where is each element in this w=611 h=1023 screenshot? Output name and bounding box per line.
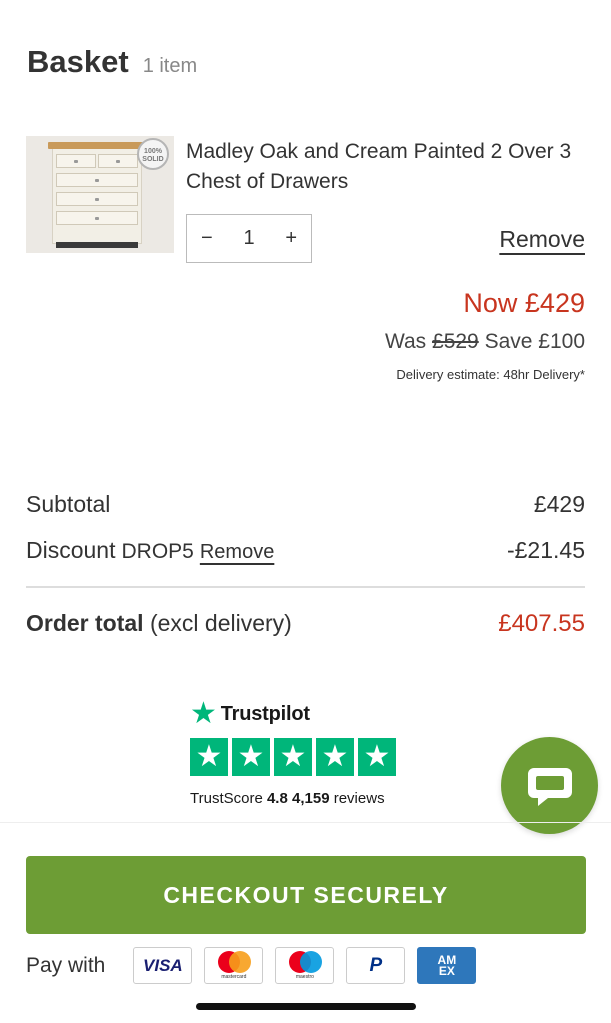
was-price-line: Was £529 Save £100 (385, 330, 585, 354)
review-count: 4,159 (292, 790, 330, 807)
quantity-stepper: − 1 + (186, 214, 312, 263)
order-total-row: Order total (excl delivery) £407.55 (26, 610, 585, 638)
trustpilot-star-icon: ★ (190, 697, 217, 730)
order-total-value: £407.55 (498, 610, 585, 637)
decrement-button[interactable]: − (201, 227, 213, 250)
remove-item-link[interactable]: Remove (499, 226, 585, 253)
now-price: Now £429 (463, 288, 585, 318)
rating-star-icon: ★ (274, 738, 312, 776)
footer-divider (0, 822, 611, 823)
subtotal-value: £429 (533, 491, 585, 517)
mastercard-icon: mastercard (204, 947, 264, 984)
summary-divider (26, 586, 585, 588)
amex-icon: AM EX (417, 947, 477, 984)
quantity-value[interactable]: 1 (243, 227, 254, 250)
chat-bubble-icon (527, 767, 572, 806)
save-amount: Save £100 (484, 330, 585, 353)
discount-code: DROP5 (121, 540, 194, 563)
home-indicator (196, 1003, 416, 1010)
page-title: Basket (27, 44, 129, 79)
product-thumbnail[interactable]: 100% SOLID (26, 136, 174, 253)
trustpilot-rating-stars: ★ ★ ★ ★ ★ (190, 738, 430, 776)
trustscore-value: 4.8 (266, 790, 288, 807)
checkout-button[interactable]: CHECKOUT SECURELY (26, 856, 586, 934)
solid-wood-badge: 100% SOLID (137, 138, 169, 170)
discount-row: Discount DROP5 Remove -£21.45 (26, 537, 585, 564)
discount-value: -£21.45 (506, 537, 585, 563)
trustscore-line: TrustScore 4.8 4,159 reviews (190, 790, 385, 807)
maestro-icon: maestro (275, 947, 335, 984)
order-total-note: (excl delivery) (149, 610, 292, 636)
discount-label: Discount (26, 537, 116, 563)
was-label: Was (384, 330, 427, 353)
product-name[interactable]: Madley Oak and Cream Painted 2 Over 3 Ch… (186, 137, 586, 197)
chat-button[interactable] (501, 737, 598, 834)
pay-with-label: Pay with (26, 953, 106, 977)
delivery-estimate: Delivery estimate: 48hr Delivery* (396, 367, 585, 382)
increment-button[interactable]: + (285, 227, 297, 250)
paypal-icon: P (346, 947, 406, 984)
basket-header: Basket 1 item (27, 44, 197, 80)
subtotal-row: Subtotal £429 (26, 491, 585, 518)
order-total-label: Order total (26, 610, 144, 636)
rating-star-icon: ★ (358, 738, 396, 776)
remove-discount-link[interactable]: Remove (200, 541, 274, 564)
trustpilot-widget[interactable]: ★ Trustpilot ★ ★ ★ ★ ★ TrustScore 4.8 4,… (190, 697, 430, 807)
rating-star-icon: ★ (316, 738, 354, 776)
item-count: 1 item (142, 55, 198, 77)
subtotal-label: Subtotal (26, 491, 111, 517)
trustpilot-brand: Trustpilot (220, 702, 310, 725)
was-price: £529 (432, 330, 479, 353)
payment-methods: Pay with VISA mastercard maestro P AM EX (26, 947, 488, 984)
rating-star-icon: ★ (190, 738, 228, 776)
rating-star-icon: ★ (232, 738, 270, 776)
visa-icon: VISA (133, 947, 193, 984)
